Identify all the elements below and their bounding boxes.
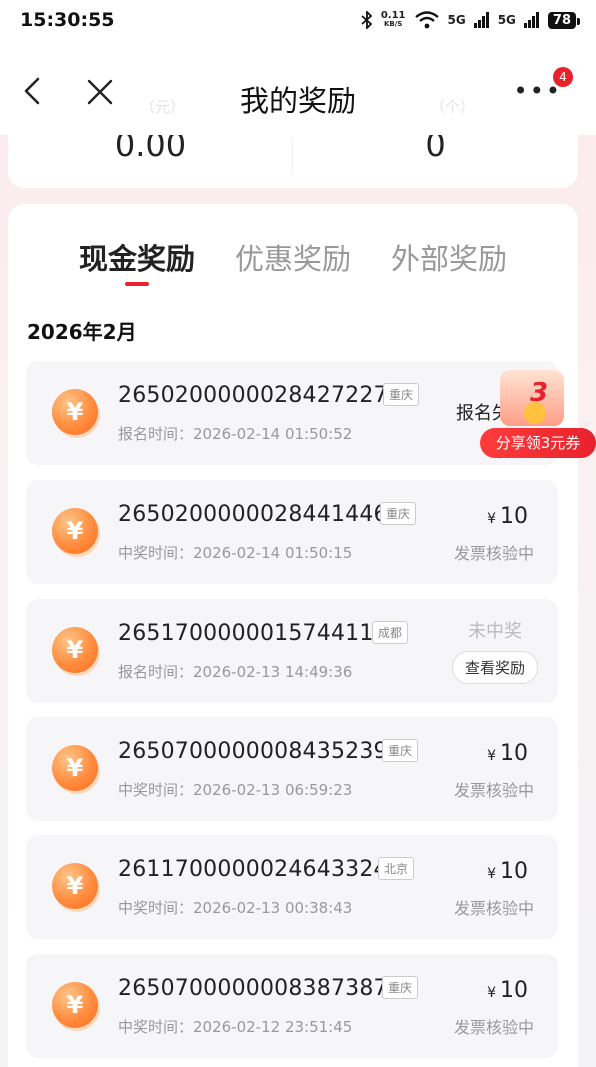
city-tag: 重庆 <box>382 976 419 999</box>
wifi-icon <box>414 11 439 29</box>
amount-value: 10 <box>500 504 528 529</box>
nav-bar: （元） （个） 我的奖励 ••• 4 <box>0 40 596 135</box>
reward-row[interactable]: ¥ 26517000000157441154 成都 报名时间：2026-02-1… <box>26 599 558 703</box>
share-coupon-promo[interactable]: 3 分享领3元券 <box>478 370 596 462</box>
yen-sign: ¥ <box>487 985 496 1001</box>
reward-row[interactable]: ¥ 26507000000084352391 重庆 中奖时间：2026-02-1… <box>26 717 558 821</box>
reward-time: 报名时间：2026-02-13 14:49:36 <box>118 663 353 681</box>
amount-value: 10 <box>500 741 528 766</box>
page-title: 我的奖励 <box>239 84 356 118</box>
signal-5g-2: 5G <box>497 13 516 27</box>
amount-value: 10 <box>500 859 528 884</box>
yen-coin-icon: ¥ <box>52 745 98 791</box>
tab-discount[interactable]: 优惠奖励 <box>235 236 351 278</box>
reward-tabs: 现金奖励 优惠奖励 外部奖励 <box>8 236 578 296</box>
status-bar: 15:30:55 0.11 KB/S 5G 5G 78 <box>0 0 596 40</box>
signal-bars-icon-2 <box>523 12 539 28</box>
reward-id: 26507000000083873877 <box>118 976 402 1001</box>
city-tag: 北京 <box>378 857 415 880</box>
reward-time: 报名时间：2026-02-14 01:50:52 <box>118 425 353 443</box>
reward-id: 26507000000084352391 <box>118 739 402 764</box>
reward-id: 26502000000284414461 <box>118 502 402 527</box>
reward-amount: ¥10 <box>487 859 528 884</box>
month-label: 2026年2月 <box>27 320 137 344</box>
reward-time: 中奖时间：2026-02-13 00:38:43 <box>118 899 353 917</box>
reward-amount: ¥10 <box>487 504 528 529</box>
city-tag: 重庆 <box>380 502 417 525</box>
reward-amount: ¥10 <box>487 741 528 766</box>
reward-row[interactable]: ¥ 26507000000083873877 重庆 中奖时间：2026-02-1… <box>26 954 558 1058</box>
bluetooth-icon <box>361 11 373 29</box>
more-icon[interactable]: ••• <box>514 79 562 103</box>
city-tag: 重庆 <box>383 383 420 406</box>
signal-5g-1: 5G <box>447 13 466 27</box>
yen-coin-icon: ¥ <box>52 863 98 909</box>
reward-time: 中奖时间：2026-02-13 06:59:23 <box>118 781 353 799</box>
signal-bars-icon <box>473 12 489 28</box>
net-speed: 0.11 KB/S <box>380 10 406 29</box>
reward-row[interactable]: ¥ 26502000000284414461 重庆 中奖时间：2026-02-1… <box>26 480 558 584</box>
reward-id: 26117000000246433248 <box>118 857 402 882</box>
tab-indicator <box>125 282 149 286</box>
notification-badge: 4 <box>553 67 573 87</box>
reward-status: 发票核验中 <box>453 544 534 563</box>
city-tag: 成都 <box>372 621 409 644</box>
yen-coin-icon: ¥ <box>52 627 98 673</box>
ghost-label-count: （个） <box>430 98 476 116</box>
share-coupon-button[interactable]: 分享领3元券 <box>480 428 596 458</box>
reward-row[interactable]: ¥ 26117000000246433248 北京 中奖时间：2026-02-1… <box>26 835 558 939</box>
rewards-card: 现金奖励 优惠奖励 外部奖励 2026年2月 ¥ 265020000002842… <box>8 204 578 1067</box>
city-tag: 重庆 <box>382 739 419 762</box>
reward-id: 26517000000157441154 <box>118 621 402 646</box>
yen-sign: ¥ <box>487 866 496 882</box>
reward-status: 发票核验中 <box>453 781 534 800</box>
battery-icon: 78 <box>547 11 581 29</box>
yen-sign: ¥ <box>487 511 496 527</box>
tab-external[interactable]: 外部奖励 <box>391 236 507 278</box>
reward-status: 发票核验中 <box>453 899 534 918</box>
amount-value: 10 <box>500 978 528 1003</box>
reward-amount: ¥10 <box>487 978 528 1003</box>
view-reward-button[interactable]: 查看奖励 <box>451 651 538 684</box>
coin-icon <box>524 402 546 424</box>
status-time: 15:30:55 <box>20 9 115 31</box>
reward-status: 发票核验中 <box>453 1018 534 1037</box>
ghost-label-amount: （元） <box>140 98 186 116</box>
yen-coin-icon: ¥ <box>52 982 98 1028</box>
reward-id: 26502000000284272276 <box>118 383 402 408</box>
reward-status: 未中奖 <box>468 621 522 642</box>
tab-cash[interactable]: 现金奖励 <box>79 236 195 278</box>
reward-time: 中奖时间：2026-02-14 01:50:15 <box>118 544 353 562</box>
yen-coin-icon: ¥ <box>52 389 98 435</box>
yen-sign: ¥ <box>487 748 496 764</box>
yen-coin-icon: ¥ <box>52 508 98 554</box>
status-icons: 0.11 KB/S 5G 5G 78 <box>361 10 581 29</box>
reward-time: 中奖时间：2026-02-12 23:51:45 <box>118 1018 353 1036</box>
